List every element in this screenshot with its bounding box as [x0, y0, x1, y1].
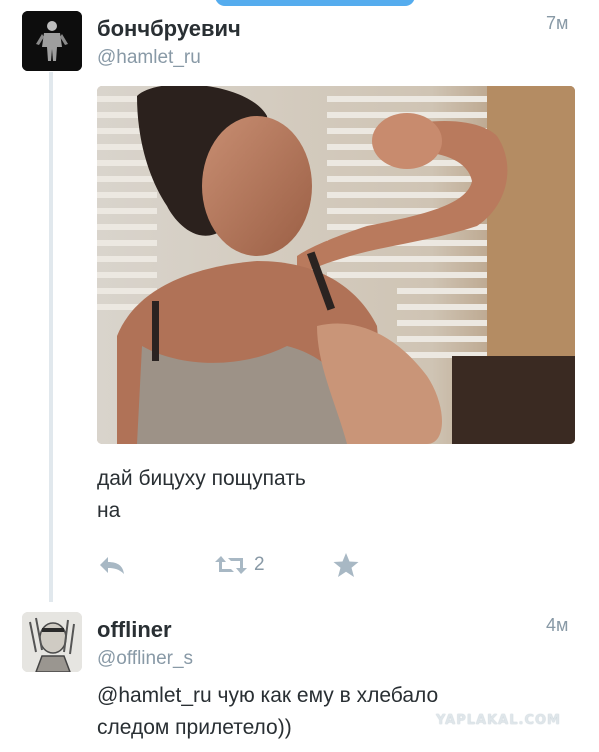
avatar-sketch-image — [22, 612, 82, 672]
retweet-button[interactable]: 2 — [214, 550, 265, 580]
tweet-actions: 2 — [96, 550, 396, 580]
tweet-text-line: @hamlet_ru чую как ему в хлебало — [97, 684, 439, 707]
tweet-text-line: дай бицуху пощупать — [97, 467, 306, 490]
photo-image — [97, 86, 575, 444]
reply-icon — [100, 557, 124, 574]
username[interactable]: @offliner_s — [97, 648, 193, 670]
tweet-photo[interactable] — [97, 86, 575, 444]
tweet-text: дай бицуху пощупать на — [97, 463, 306, 527]
avatar[interactable] — [22, 11, 82, 71]
retweet-count: 2 — [254, 554, 265, 575]
favorite-button[interactable] — [332, 550, 360, 580]
thread-connector-line — [49, 72, 53, 602]
timestamp[interactable]: 7м — [546, 13, 568, 34]
tweet-text-line: на — [97, 499, 121, 522]
tweet-text-line: следом прилетело)) — [97, 716, 292, 739]
retweet-icon — [215, 556, 247, 574]
avatar-figure-image — [22, 11, 82, 71]
username[interactable]: @hamlet_ru — [97, 47, 201, 69]
watermark: YAPLAKAL.COM — [436, 713, 561, 728]
display-name[interactable]: бончбруевич — [97, 16, 241, 42]
top-banner-pill[interactable] — [215, 0, 415, 6]
favorite-icon — [333, 553, 359, 577]
tweet-text: @hamlet_ru чую как ему в хлебало следом … — [97, 680, 438, 744]
reply-button[interactable] — [98, 550, 126, 580]
display-name[interactable]: offliner — [97, 617, 172, 643]
timestamp[interactable]: 4м — [546, 615, 568, 636]
avatar[interactable] — [22, 612, 82, 672]
